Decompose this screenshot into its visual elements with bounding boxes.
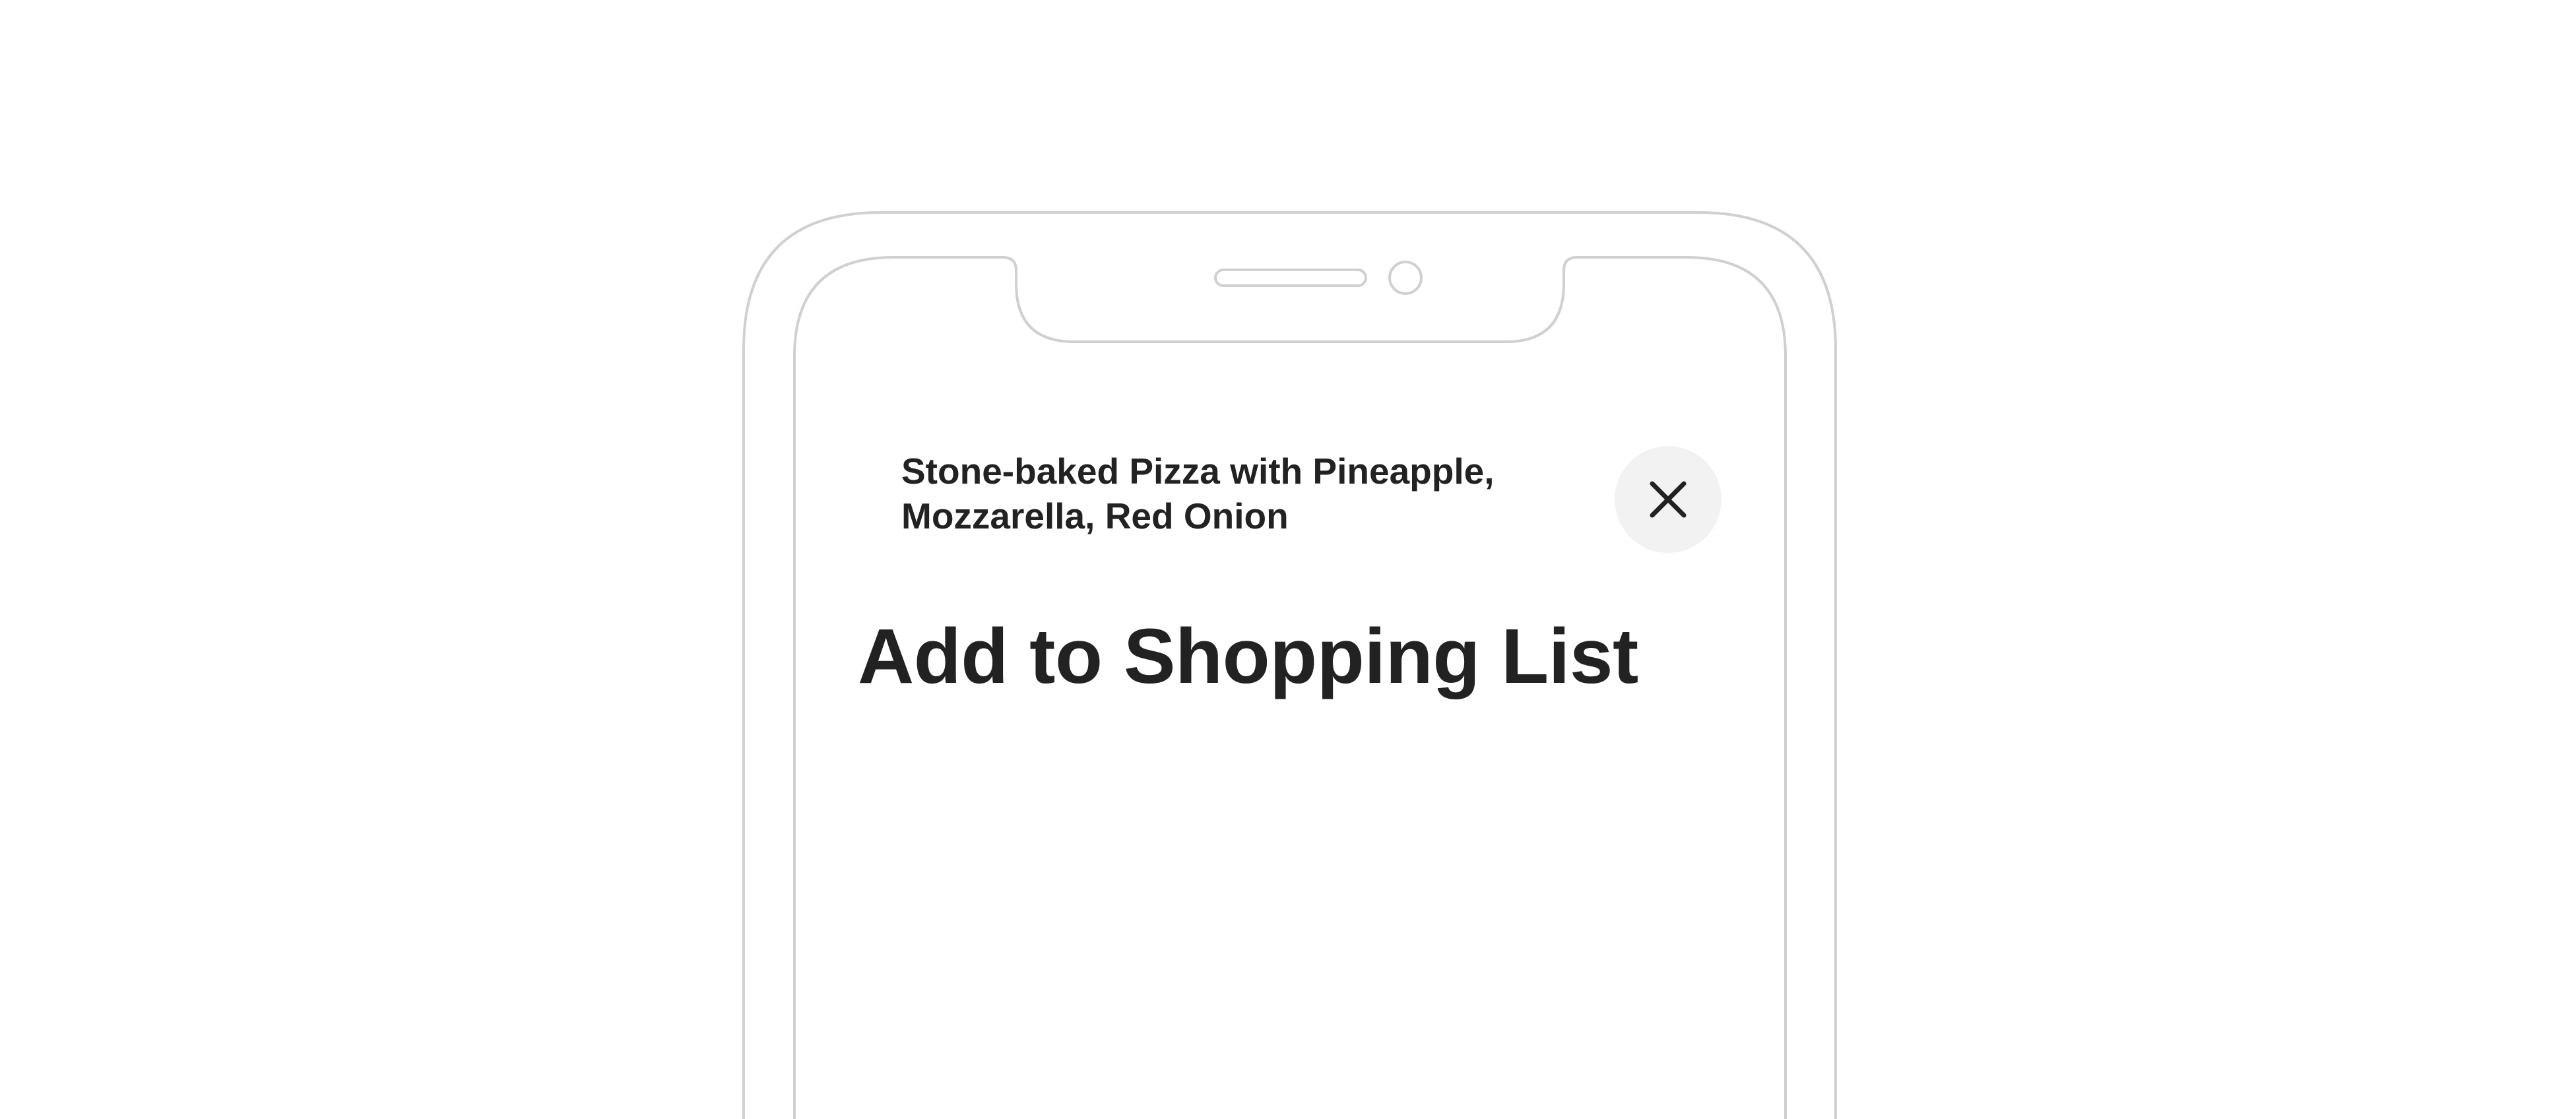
front-camera [1388, 261, 1423, 295]
speaker-grille [1214, 269, 1367, 287]
close-button[interactable] [1615, 446, 1722, 553]
phone-frame [0, 0, 2576, 1119]
recipe-title: Stone-baked Pizza with Pineapple, Mozzar… [901, 451, 1495, 536]
close-icon [1650, 481, 1687, 518]
page-title: Add to Shopping List [858, 613, 1638, 700]
